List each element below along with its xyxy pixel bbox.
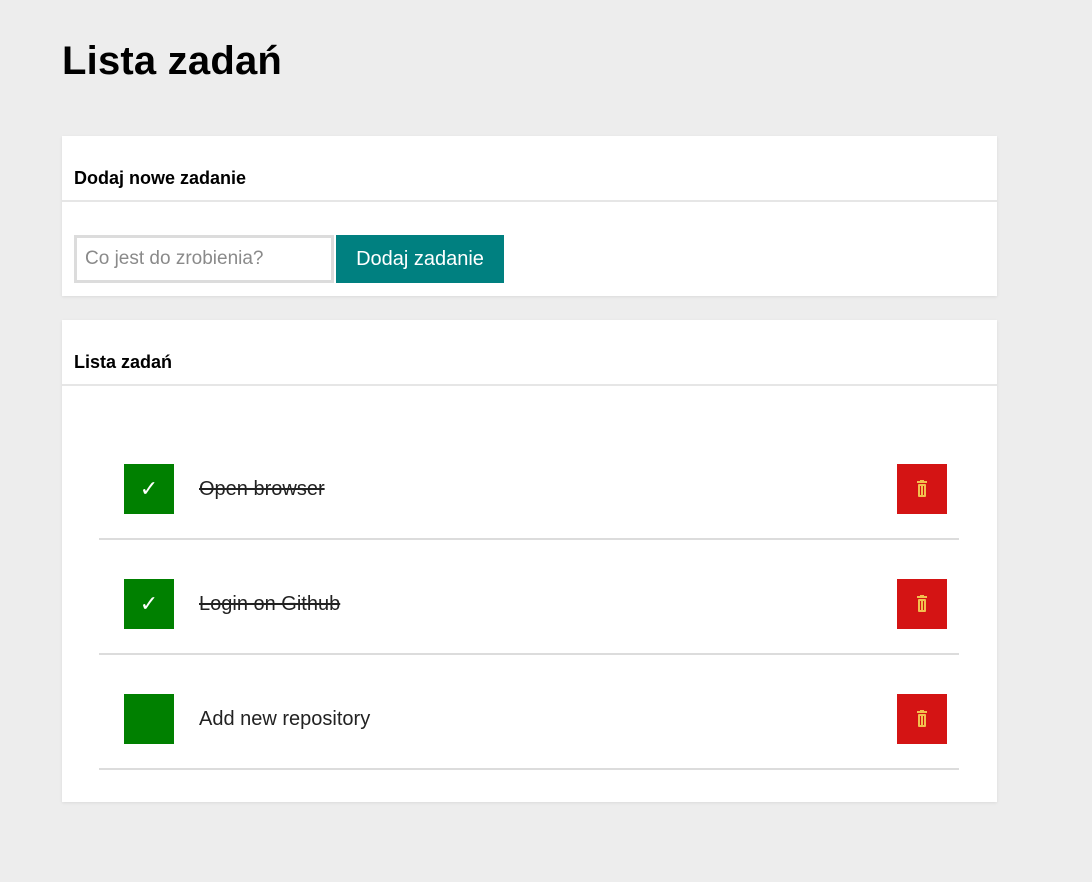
complete-toggle[interactable]: ✓ (124, 579, 174, 629)
trash-icon (917, 710, 927, 727)
page-title: Lista zadań (62, 39, 283, 83)
task-list: ✓ Open browser ✓ Login on Github Add new… (99, 425, 959, 770)
trash-icon (917, 480, 927, 497)
task-text: Login on Github (199, 593, 341, 615)
complete-toggle[interactable]: ✓ (124, 464, 174, 514)
add-task-card: Dodaj nowe zadanie Dodaj zadanie (62, 136, 997, 296)
page: Lista zadań Dodaj nowe zadanie Dodaj zad… (62, 0, 997, 802)
task-list-card-title: Lista zadań (62, 320, 997, 386)
checkmark-icon: ✓ (139, 591, 159, 616)
delete-task-button[interactable] (897, 694, 947, 744)
checkmark-icon: ✓ (139, 476, 159, 501)
add-task-button[interactable]: Dodaj zadanie (336, 235, 504, 283)
new-task-input[interactable] (74, 235, 334, 283)
trash-icon (917, 595, 927, 612)
add-task-form: Dodaj zadanie (62, 202, 997, 283)
task-item: ✓ Open browser (99, 425, 959, 540)
add-task-card-title: Dodaj nowe zadanie (62, 136, 997, 202)
complete-toggle[interactable] (124, 694, 174, 744)
delete-task-button[interactable] (897, 464, 947, 514)
delete-task-button[interactable] (897, 579, 947, 629)
task-item: Add new repository (99, 655, 959, 770)
task-list-card: Lista zadań ✓ Open browser ✓ Login on Gi… (62, 320, 997, 802)
task-text: Add new repository (199, 708, 371, 730)
task-text: Open browser (199, 478, 325, 500)
task-item: ✓ Login on Github (99, 540, 959, 655)
